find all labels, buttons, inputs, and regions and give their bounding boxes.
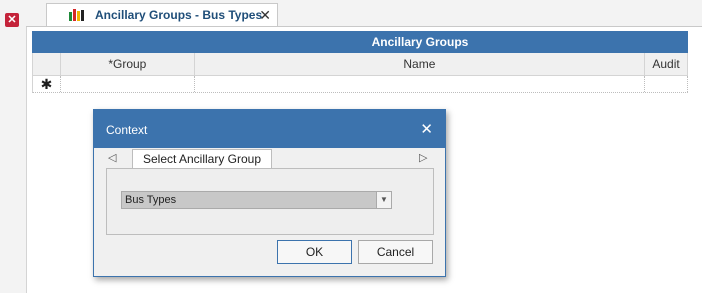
new-row-name-cell[interactable] [195,76,646,92]
ok-button[interactable]: OK [277,240,352,264]
tab-bar: Ancillary Groups - Bus Types ✕ [26,0,702,27]
tab-label: Ancillary Groups - Bus Types [95,8,263,22]
cancel-button[interactable]: Cancel [358,240,433,264]
new-row[interactable]: ✱ [32,76,688,93]
tab-select-ancillary-group[interactable]: Select Ancillary Group [132,149,272,169]
new-row-indicator-icon: ✱ [33,76,61,92]
tab-ancillary-groups[interactable]: Ancillary Groups - Bus Types ✕ [46,3,278,26]
tab-panel: Bus Types ▼ [106,168,434,235]
column-header-name[interactable]: Name [195,53,646,75]
left-strip: ✕ [0,0,27,293]
context-dialog: Context ✕ ◁ Select Ancillary Group ▷ Bus… [93,109,446,277]
new-row-audit-cell[interactable] [645,76,688,92]
grid-header: *Group Name Audit [32,53,688,76]
grid-title: Ancillary Groups [32,31,688,53]
close-window-icon[interactable]: ✕ [5,13,19,27]
chevron-down-icon[interactable]: ▼ [376,192,391,208]
dialog-title: Context [106,123,148,137]
ancillary-group-select[interactable]: Bus Types ▼ [121,191,392,209]
tab-prev-icon[interactable]: ◁ [108,151,116,164]
tab-next-icon[interactable]: ▷ [419,151,427,164]
column-header-audit[interactable]: Audit [645,53,688,75]
column-header-group[interactable]: *Group [61,53,195,75]
dialog-close-icon[interactable]: ✕ [420,120,433,138]
select-value: Bus Types [125,194,177,206]
tab-close-icon[interactable]: ✕ [259,7,271,24]
row-indicator-header [33,53,61,75]
ancillary-groups-grid: Ancillary Groups *Group Name Audit ✱ [32,31,688,93]
dialog-titlebar: Context ✕ [94,110,445,148]
new-row-group-cell[interactable] [61,76,195,92]
chart-icon [69,9,84,21]
